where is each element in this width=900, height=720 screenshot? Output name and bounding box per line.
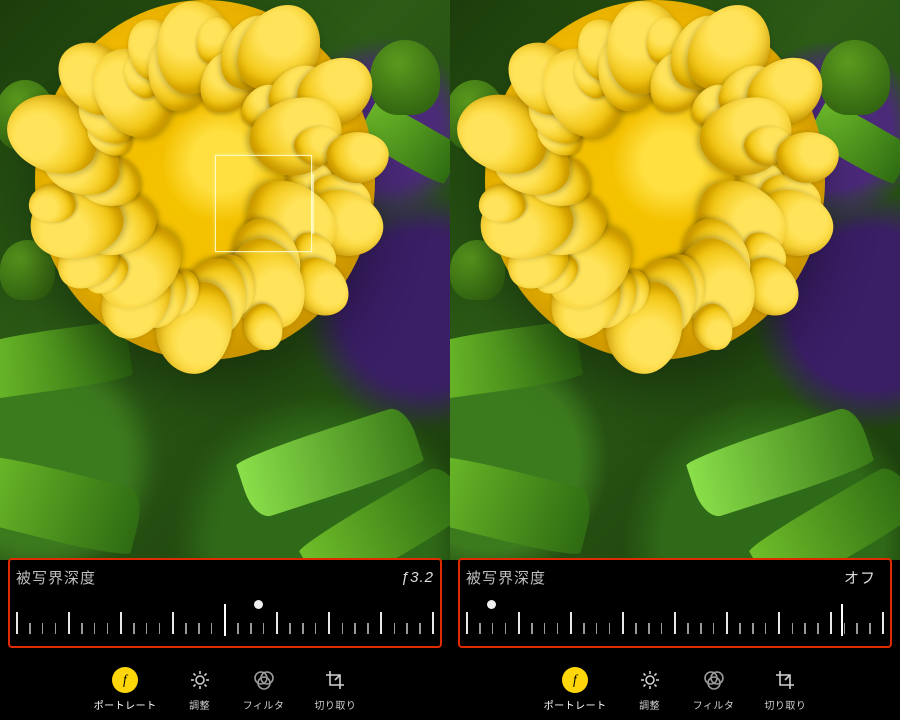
tab-label: フィルタ: [243, 697, 285, 712]
photo-preview[interactable]: [450, 0, 900, 560]
slider-center-indicator: [224, 604, 226, 636]
crop-icon: [772, 667, 798, 693]
edit-mode-tabbar: f ポートレート 調整 フィルタ 切り取り: [0, 654, 450, 712]
portrait-icon: f: [562, 667, 588, 693]
tab-crop[interactable]: 切り取り: [764, 667, 806, 712]
depth-slider[interactable]: [16, 598, 434, 640]
tab-label: 切り取り: [314, 697, 356, 712]
aperture-value: オフ: [844, 567, 876, 588]
adjust-icon: [187, 667, 213, 693]
tab-portrait[interactable]: f ポートレート: [544, 667, 607, 712]
tab-portrait[interactable]: f ポートレート: [94, 667, 157, 712]
portrait-icon: f: [112, 667, 138, 693]
focus-indicator-box[interactable]: [215, 155, 312, 252]
tab-label: ポートレート: [94, 697, 157, 712]
tab-label: 調整: [639, 697, 660, 712]
svg-text:f: f: [573, 672, 579, 687]
tab-filter[interactable]: フィルタ: [693, 667, 735, 712]
crop-icon: [322, 667, 348, 693]
tab-label: 調整: [189, 697, 210, 712]
tab-filter[interactable]: フィルタ: [243, 667, 285, 712]
tab-label: フィルタ: [693, 697, 735, 712]
depth-of-field-label: 被写界深度: [16, 567, 96, 588]
flower-subject: [485, 0, 825, 360]
aperture-value: ƒ3.2: [401, 569, 434, 586]
flower-subject: [35, 0, 375, 360]
depth-of-field-label: 被写界深度: [466, 567, 546, 588]
filter-icon: [251, 667, 277, 693]
tab-label: ポートレート: [544, 697, 607, 712]
adjust-icon: [637, 667, 663, 693]
tab-label: 切り取り: [764, 697, 806, 712]
slider-knob[interactable]: [254, 600, 263, 609]
slider-center-indicator: [841, 604, 843, 636]
tab-adjust[interactable]: 調整: [187, 667, 213, 712]
tab-crop[interactable]: 切り取り: [314, 667, 356, 712]
edit-mode-tabbar: f ポートレート 調整 フィルタ 切り取り: [450, 654, 900, 712]
editor-panel-left: 被写界深度 ƒ3.2 f ポートレート 調整 フィルタ 切り取り: [0, 0, 450, 720]
svg-text:f: f: [123, 672, 129, 687]
depth-slider[interactable]: [466, 598, 884, 640]
slider-knob[interactable]: [487, 600, 496, 609]
tab-adjust[interactable]: 調整: [637, 667, 663, 712]
photo-preview[interactable]: [0, 0, 450, 560]
editor-panel-right: 被写界深度 オフ f ポートレート 調整 フィルタ 切り取り: [450, 0, 900, 720]
filter-icon: [701, 667, 727, 693]
